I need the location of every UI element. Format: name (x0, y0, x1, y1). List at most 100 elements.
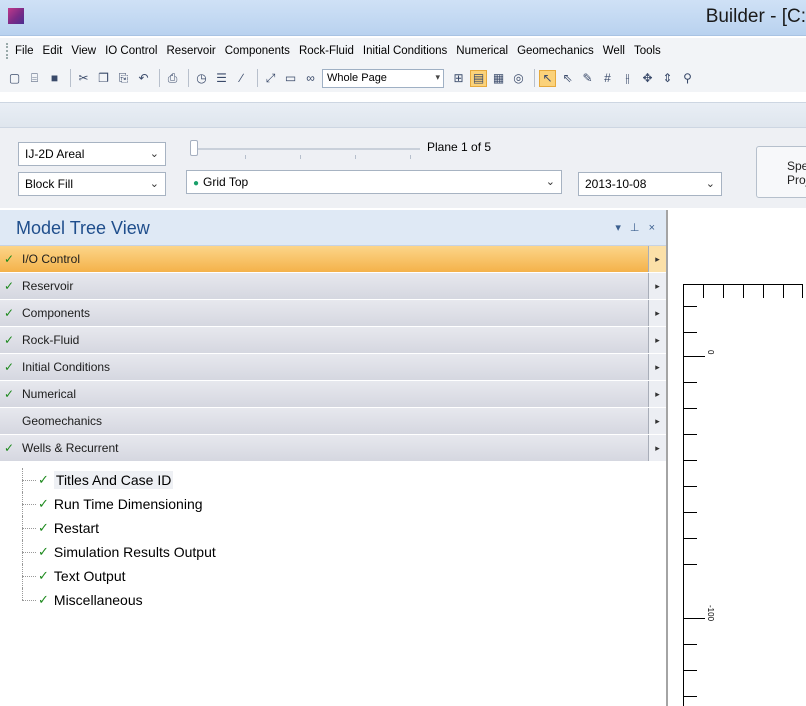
tree-item-simulation-results-output[interactable]: ✓ Simulation Results Output (0, 540, 666, 564)
expand-arrow-icon[interactable]: ▸ (648, 408, 666, 434)
expand-arrow-icon[interactable]: ▸ (648, 246, 666, 272)
check-icon: ✓ (4, 333, 15, 347)
menu-tools[interactable]: Tools (634, 45, 661, 57)
plane-label: Plane 1 of 5 (427, 140, 492, 154)
ruler-tick (683, 332, 697, 333)
menu-view[interactable]: View (71, 45, 96, 57)
glasses-icon[interactable]: ∞ (302, 70, 319, 87)
slider-tick (410, 155, 411, 159)
ruler-tick (683, 512, 697, 513)
fit-view-icon[interactable]: ⤢ (262, 70, 279, 87)
rotate-icon[interactable]: ◷ (193, 70, 210, 87)
menu-file[interactable]: File (15, 45, 34, 57)
ruler-tick (683, 644, 697, 645)
menu-initial-conditions[interactable]: Initial Conditions (363, 45, 447, 57)
zoom-select[interactable]: Whole Page ▾ (322, 68, 444, 88)
section-label: Geomechanics (22, 414, 103, 428)
tree-item-miscellaneous[interactable]: ✓ Miscellaneous (0, 588, 666, 612)
open-folder-icon[interactable]: ⌸ (26, 70, 43, 87)
expand-arrow-icon[interactable]: ▸ (648, 300, 666, 326)
copy-icon[interactable]: ❐ (95, 70, 112, 87)
property-dot-icon: ● (193, 178, 200, 189)
draw-line-icon[interactable]: ∕ (233, 70, 250, 87)
section-rock-fluid[interactable]: ✓ Rock-Fluid ▸ (0, 327, 666, 354)
specify-property-button[interactable]: Spe Proj (756, 146, 806, 198)
expand-arrow-icon[interactable]: ▸ (648, 354, 666, 380)
menu-well[interactable]: Well (603, 45, 625, 57)
ruler-tick (683, 306, 697, 307)
print-icon[interactable]: ⎙ (164, 70, 181, 87)
menu-edit[interactable]: Edit (43, 45, 63, 57)
spec-button-line2: Proj (787, 173, 806, 187)
menu-components[interactable]: Components (225, 45, 290, 57)
view-mode-value: IJ-2D Areal (25, 147, 85, 161)
tree-item-titles-and-case-id[interactable]: ✓ Titles And Case ID (0, 468, 666, 492)
date-select[interactable]: 2013-10-08 ⌄ (578, 172, 722, 196)
toolbar-separator (257, 69, 258, 87)
chevron-down-icon: ⌄ (705, 178, 715, 190)
new-file-icon[interactable]: ▢ (6, 70, 23, 87)
menu-numerical[interactable]: Numerical (456, 45, 508, 57)
tree-item-restart[interactable]: ✓ Restart (0, 516, 666, 540)
chevron-down-icon: ▾ (435, 71, 440, 82)
paste-icon[interactable]: ⎘ (115, 70, 132, 87)
tree-connector (22, 575, 36, 577)
slider-tick (300, 155, 301, 159)
pan-icon[interactable]: ✥ (639, 70, 656, 87)
expand-arrow-icon[interactable]: ▸ (648, 435, 666, 461)
select-pointer-icon[interactable]: ↖ (539, 69, 556, 87)
section-wells-recurrent[interactable]: ✓ Wells & Recurrent ▸ (0, 435, 666, 462)
model-tree-panel: Model Tree View ▾ ⊥ × ✓ I/O Control ▸ ✓ … (0, 210, 668, 706)
display-type-select[interactable]: Block Fill ⌄ (18, 172, 166, 196)
toolbar-separator (70, 69, 71, 87)
panel-header-buttons[interactable]: ▾ ⊥ × (615, 221, 658, 234)
section-label: Reservoir (22, 279, 74, 293)
menubar-grip[interactable] (6, 43, 9, 59)
section-components[interactable]: ✓ Components ▸ (0, 300, 666, 327)
split-icon[interactable]: ⫲ (619, 70, 636, 87)
menu-io-control[interactable]: IO Control (105, 45, 157, 57)
properties-icon[interactable]: ⊞ (450, 70, 467, 87)
expand-arrow-icon[interactable]: ▸ (648, 327, 666, 353)
plane-slider-track[interactable] (190, 148, 420, 150)
tree-item-text-output[interactable]: ✓ Text Output (0, 564, 666, 588)
plane-slider-thumb[interactable] (190, 140, 198, 156)
section-io-control[interactable]: ✓ I/O Control ▸ (0, 246, 666, 273)
move-vertical-icon[interactable]: ⇕ (659, 70, 676, 87)
section-label: Components (22, 306, 91, 320)
menu-reservoir[interactable]: Reservoir (167, 45, 216, 57)
layers-icon[interactable]: ☰ (213, 70, 230, 87)
date-value: 2013-10-08 (585, 177, 647, 191)
undo-icon[interactable]: ↶ (135, 70, 152, 87)
save-icon[interactable]: ■ (46, 70, 63, 87)
ruler-tick (743, 284, 744, 298)
tree-item-run-time-dimensioning[interactable]: ✓ Run Time Dimensioning (0, 492, 666, 516)
section-geomechanics[interactable]: Geomechanics ▸ (0, 408, 666, 435)
expand-arrow-icon[interactable]: ▸ (648, 381, 666, 407)
grid-icon[interactable]: # (599, 70, 616, 87)
window-title: Builder - [C: (705, 6, 806, 27)
section-reservoir[interactable]: ✓ Reservoir ▸ (0, 273, 666, 300)
menu-rock-fluid[interactable]: Rock-Fluid (299, 45, 354, 57)
expand-arrow-icon[interactable]: ▸ (648, 273, 666, 299)
window-icon[interactable]: ▭ (282, 70, 299, 87)
pointer-icon[interactable]: ⇖ (559, 70, 576, 87)
target-icon[interactable]: ◎ (510, 70, 527, 87)
table-icon[interactable]: ▦ (490, 70, 507, 87)
property-select[interactable]: ● Grid Top ⌄ (186, 170, 562, 194)
section-label: I/O Control (22, 252, 81, 266)
pencil-icon[interactable]: ✎ (579, 70, 596, 87)
slider-tick (355, 155, 356, 159)
ruler-tick (683, 408, 697, 409)
section-numerical[interactable]: ✓ Numerical ▸ (0, 381, 666, 408)
tree-view-icon[interactable]: ▤ (470, 69, 487, 87)
ruler-tick (683, 486, 697, 487)
map-viewport[interactable]: 0 -100 (670, 210, 806, 706)
view-mode-select[interactable]: IJ-2D Areal ⌄ (18, 142, 166, 166)
menu-geomechanics[interactable]: Geomechanics (517, 45, 594, 57)
section-initial-conditions[interactable]: ✓ Initial Conditions ▸ (0, 354, 666, 381)
tree-item-label: Titles And Case ID (53, 471, 174, 489)
zoom-icon[interactable]: ⚲ (679, 70, 696, 87)
left-ruler (683, 284, 705, 706)
cut-icon[interactable]: ✂ (75, 70, 92, 87)
